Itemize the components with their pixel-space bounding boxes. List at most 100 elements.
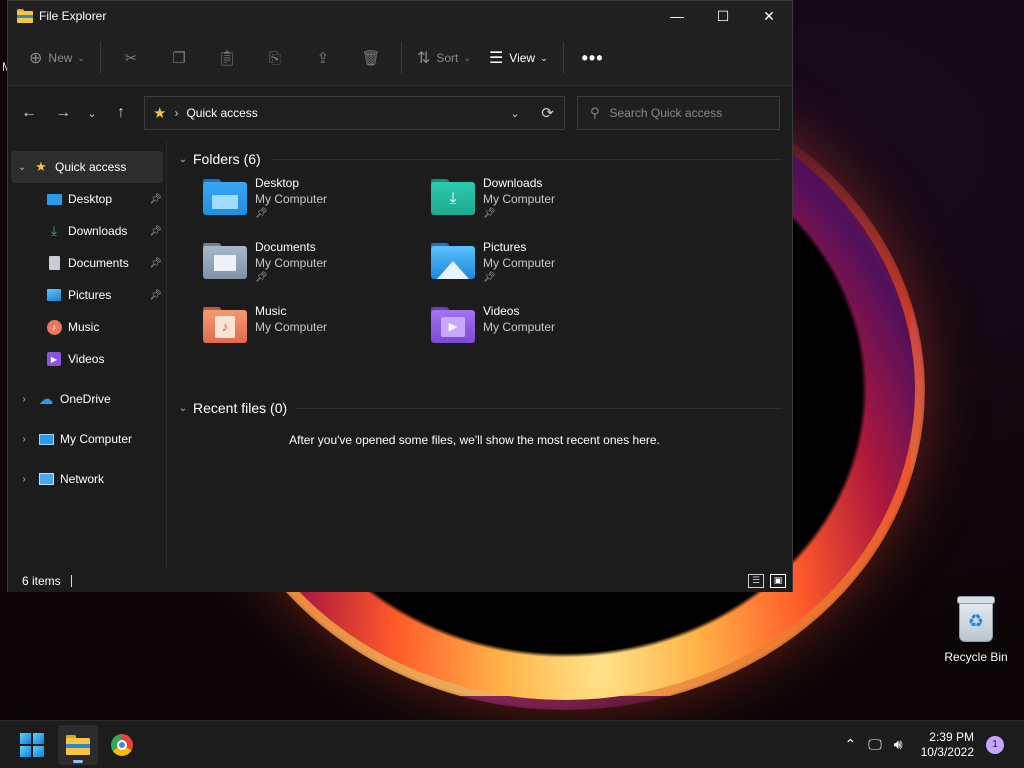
- nav-label: Videos: [68, 352, 105, 366]
- folder-location: My Computer: [483, 256, 556, 270]
- toolbar-divider: [400, 42, 402, 74]
- recent-heading: Recent files (0): [193, 400, 288, 416]
- navigation-pane: ⌄ ★ Quick access Desktop 📌︎ ⤓ Downloads …: [8, 141, 166, 569]
- folder-name: Pictures: [483, 240, 527, 254]
- plus-circle-icon: ⊕: [29, 50, 43, 67]
- address-dropdown-button[interactable]: ⌄: [500, 107, 530, 120]
- nav-label: Downloads: [68, 224, 128, 238]
- nav-label: Desktop: [68, 192, 113, 206]
- taskbar-chrome[interactable]: [102, 725, 142, 765]
- arrow-up-icon: ↑: [117, 104, 125, 121]
- start-button[interactable]: [20, 732, 44, 757]
- picture-icon: [46, 287, 62, 303]
- music-folder-icon: ♪: [203, 307, 247, 343]
- recycle-bin-label: Recycle Bin: [944, 650, 1008, 664]
- chevron-down-icon: ⌄: [463, 52, 471, 63]
- nav-label: Music: [68, 320, 100, 334]
- recent-locations-button[interactable]: ⌄: [80, 107, 104, 120]
- folder-tile-desktop[interactable]: Desktop My Computer 📌︎: [203, 175, 431, 239]
- paste-button[interactable]: 📋︎: [203, 49, 251, 67]
- pictures-folder-icon: [431, 243, 475, 279]
- share-icon: ⇪: [316, 50, 330, 67]
- sort-button[interactable]: ⇅ Sort ⌄: [408, 42, 480, 74]
- toolbar-divider: [562, 42, 564, 74]
- taskbar-file-explorer[interactable]: [58, 724, 98, 765]
- maximize-button[interactable]: ☐: [700, 1, 746, 31]
- folders-heading: Folders (6): [193, 151, 261, 167]
- folders-section-header[interactable]: ⌄ Folders (6): [175, 144, 792, 174]
- chevron-right-icon[interactable]: ›: [18, 394, 30, 405]
- refresh-button[interactable]: ⟳: [530, 104, 564, 122]
- details-view-button[interactable]: ☰: [748, 573, 764, 588]
- file-explorer-window: File Explorer — ☐ ✕ ⊕ New ⌄ ✂ ❐ 📋︎ ⎘ ⇪ 🗑…: [7, 0, 793, 592]
- copy-button[interactable]: ❐: [155, 49, 203, 67]
- address-bar[interactable]: ★ › Quick access ⌄ ⟳: [144, 96, 565, 130]
- volume-icon[interactable]: 🔊︎: [894, 736, 903, 753]
- section-divider: [297, 407, 782, 409]
- search-input[interactable]: [609, 106, 760, 120]
- show-hidden-icons-chevron-icon[interactable]: ⌃: [845, 736, 857, 753]
- nav-item-documents[interactable]: Documents 📌︎: [8, 247, 166, 279]
- nav-label: Documents: [68, 256, 129, 270]
- recycle-bin[interactable]: ♻ Recycle Bin: [940, 596, 1012, 664]
- clock[interactable]: 2:39 PM 10/3/2022: [921, 730, 974, 760]
- documents-folder-icon: [203, 243, 247, 279]
- taskbar: ⌃ 🖵︎ 🔊︎ 2:39 PM 10/3/2022 1: [0, 720, 1024, 768]
- view-label: View: [509, 51, 536, 65]
- breadcrumb-location[interactable]: Quick access: [186, 106, 257, 120]
- view-button[interactable]: ☰ View ⌄: [480, 42, 557, 74]
- window-title: File Explorer: [39, 9, 107, 23]
- rename-button[interactable]: ⎘: [251, 50, 299, 67]
- delete-button[interactable]: 🗑︎: [347, 49, 395, 67]
- breadcrumb-chevron-icon: ›: [174, 106, 179, 120]
- chevron-right-icon[interactable]: ›: [18, 474, 30, 485]
- content-pane: ⌄ Folders (6) Desktop My Computer 📌︎ ⤓ D…: [167, 141, 792, 569]
- cut-button[interactable]: ✂: [107, 49, 155, 67]
- pin-icon: 📌︎: [149, 289, 162, 301]
- minimize-button[interactable]: —: [654, 1, 700, 31]
- pin-icon: 📌︎: [255, 272, 268, 283]
- copy-icon: ❐: [172, 50, 186, 67]
- recent-section-header[interactable]: ⌄ Recent files (0): [175, 393, 792, 423]
- nav-my-computer[interactable]: › My Computer: [8, 423, 166, 455]
- back-button[interactable]: ←: [12, 104, 46, 122]
- scissors-icon: ✂: [124, 50, 138, 67]
- arrow-left-icon: ←: [21, 104, 37, 121]
- notification-badge[interactable]: 1: [986, 735, 1004, 754]
- nav-network[interactable]: › Network: [8, 463, 166, 495]
- search-box[interactable]: ⚲: [577, 96, 780, 130]
- chevron-right-icon[interactable]: ›: [18, 434, 30, 445]
- nav-item-music[interactable]: ♪ Music: [8, 311, 166, 343]
- downloads-folder-icon: ⤓: [431, 179, 475, 215]
- nav-item-downloads[interactable]: ⤓ Downloads 📌︎: [8, 215, 166, 247]
- nav-label: Pictures: [68, 288, 112, 302]
- recent-empty-message: After you've opened some files, we'll sh…: [289, 433, 660, 447]
- rename-icon: ⎘: [268, 49, 281, 67]
- folder-tile-videos[interactable]: ▶ Videos My Computer: [431, 303, 659, 367]
- up-button[interactable]: ↑: [104, 104, 138, 122]
- forward-button[interactable]: →: [46, 104, 80, 122]
- folder-name: Documents: [255, 240, 316, 254]
- folder-tile-documents[interactable]: Documents My Computer 📌︎: [203, 239, 431, 303]
- chevron-down-icon[interactable]: ⌄: [11, 162, 33, 173]
- nav-label: Network: [60, 472, 105, 486]
- folder-tile-music[interactable]: ♪ Music My Computer: [203, 303, 431, 367]
- nav-onedrive[interactable]: › ☁ OneDrive: [8, 383, 166, 415]
- share-button[interactable]: ⇪: [299, 49, 347, 67]
- network-status-icon[interactable]: 🖵︎: [868, 736, 882, 753]
- nav-quick-access[interactable]: ⌄ ★ Quick access: [11, 151, 163, 183]
- download-icon: ⤓: [51, 223, 57, 238]
- title-bar[interactable]: File Explorer — ☐ ✕: [8, 1, 792, 31]
- chevron-down-icon: ⌄: [178, 153, 188, 165]
- large-icons-view-button[interactable]: ▣: [770, 573, 786, 588]
- new-button[interactable]: ⊕ New ⌄: [20, 42, 94, 74]
- nav-item-videos[interactable]: ▶ Videos: [8, 343, 166, 375]
- nav-item-pictures[interactable]: Pictures 📌︎: [8, 279, 166, 311]
- folder-tile-downloads[interactable]: ⤓ Downloads My Computer 📌︎: [431, 175, 659, 239]
- more-options-button[interactable]: •••: [570, 48, 616, 69]
- folder-tile-pictures[interactable]: Pictures My Computer 📌︎: [431, 239, 659, 303]
- nav-item-desktop[interactable]: Desktop 📌︎: [8, 183, 166, 215]
- pin-icon: 📌︎: [483, 272, 496, 283]
- close-button[interactable]: ✕: [746, 1, 792, 31]
- status-divider: [70, 574, 72, 587]
